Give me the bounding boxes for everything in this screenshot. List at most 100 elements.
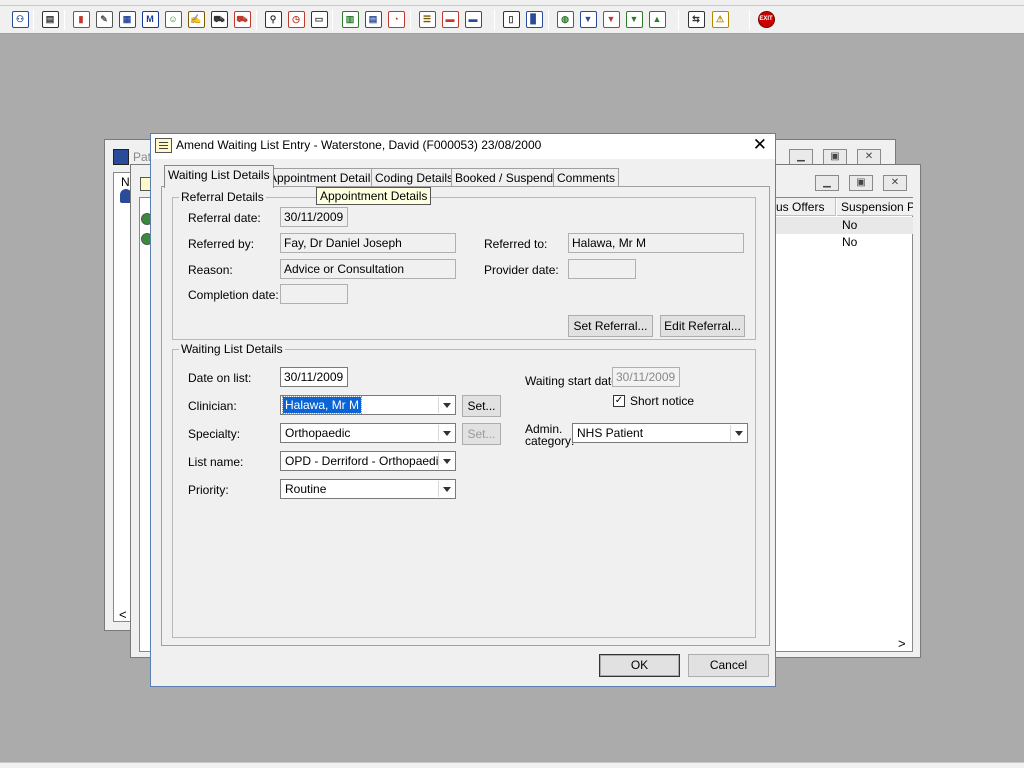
ok-button[interactable]: OK (599, 654, 680, 677)
referral-date-field[interactable]: 30/11/2009 (280, 207, 348, 227)
toolbar-button[interactable]: ✍ (186, 9, 206, 29)
referred-by-label: Referred by: (188, 237, 255, 251)
priority-dropdown[interactable]: Routine (280, 479, 456, 499)
admin-category-label-line-2: category: (525, 434, 575, 448)
chevron-down-icon[interactable] (438, 453, 454, 469)
tab-coding-details[interactable]: Coding Details (371, 168, 458, 188)
toolbar-button[interactable]: ▦ (117, 9, 137, 29)
toolbar-button[interactable]: ▤ (40, 9, 60, 29)
patient-window-icon (113, 149, 129, 165)
toolbar-button[interactable]: ⚇ (10, 9, 30, 29)
toolbar-button[interactable]: ⚲ (263, 9, 283, 29)
toolbar-button[interactable]: ▼ (601, 9, 621, 29)
amend-waiting-list-dialog: Amend Waiting List Entry - Waterstone, D… (150, 133, 776, 687)
admin-category-dropdown[interactable]: NHS Patient (572, 423, 748, 443)
transport-icon: ⛟ (233, 10, 251, 28)
restore-button[interactable]: ▣ (823, 149, 847, 165)
minimize-button[interactable]: ▁ (789, 149, 813, 165)
grid-column-offers[interactable]: us Offers (768, 198, 836, 216)
specialty-value: Orthopaedic (285, 426, 351, 440)
cancel-button[interactable]: Cancel (688, 654, 769, 677)
toolbar-button[interactable]: ◍ (555, 9, 575, 29)
chevron-down-icon[interactable] (438, 481, 454, 497)
chevron-down-icon[interactable] (730, 425, 746, 441)
list-name-dropdown[interactable]: OPD - Derriford - Orthopaedic (280, 451, 456, 471)
toolbar-button[interactable]: ▲ (647, 9, 667, 29)
main-toolbar: ⚇ ▤ ▮ ✎ ▦ M ☺ ✍ ⛟ ⛟ ⚲ ◷ ▭ ▥ ▤ ◔ ☰ ▬ ▬ ▯ ▊ ◍ ▼ ▼ ▼ ▲ ⇆ ⚠ EXIT (0, 6, 1024, 34)
document-edit-icon: ✍ (187, 10, 205, 28)
tab-appointment-details[interactable]: Appointment Details (265, 168, 381, 188)
column-header: us Offers (776, 200, 825, 214)
toolbar-button[interactable]: ⇆ (686, 9, 706, 29)
toolbar-button[interactable]: ▼ (578, 9, 598, 29)
scroll-right-arrow[interactable]: > (898, 636, 906, 651)
toolbar-button[interactable]: ◔ (386, 9, 406, 29)
toolbar-button[interactable]: M (140, 9, 160, 29)
chevron-down-icon[interactable] (438, 397, 454, 413)
completion-date-field[interactable] (280, 284, 348, 304)
clinician-set-button[interactable]: Set... (462, 395, 501, 417)
set-referral-button[interactable]: Set Referral... (568, 315, 653, 337)
toolbar-button[interactable]: ▯ (501, 9, 521, 29)
restore-button[interactable]: ▣ (849, 175, 873, 191)
short-notice-checkbox[interactable]: ✓ (613, 395, 625, 407)
scroll-left-arrow[interactable]: < (119, 607, 127, 622)
toolbar-separator (332, 10, 333, 30)
toolbar-button[interactable]: ▊ (524, 9, 544, 29)
tab-booked-suspend[interactable]: Booked / Suspend (451, 168, 558, 188)
bed-transfer-icon: ▬ (464, 10, 482, 28)
toolbar-button[interactable]: ☺ (163, 9, 183, 29)
specialty-set-button[interactable]: Set... (462, 423, 501, 445)
provider-date-field[interactable] (568, 259, 636, 279)
toolbar-button[interactable]: ◷ (286, 9, 306, 29)
minimize-button[interactable]: ▁ (815, 175, 839, 191)
referred-by-field[interactable]: Fay, Dr Daniel Joseph (280, 233, 456, 253)
toolbar-button[interactable]: EXIT (756, 9, 776, 29)
date-on-list-input[interactable]: 30/11/2009 (280, 367, 348, 387)
dialog-title: Amend Waiting List Entry - Waterstone, D… (176, 138, 542, 152)
reason-field[interactable]: Advice or Consultation (280, 259, 456, 279)
column-header: Suspension Pe (841, 200, 913, 214)
waiting-start-date-field[interactable]: 30/11/2009 (612, 367, 680, 387)
tab-comments[interactable]: Comments (553, 168, 620, 188)
tab-waiting-list-details[interactable]: Waiting List Details (164, 165, 274, 188)
toolbar-button[interactable]: ▼ (624, 9, 644, 29)
toolbar-separator (749, 10, 750, 30)
date-on-list-label: Date on list: (188, 371, 252, 385)
referred-to-field[interactable]: Halawa, Mr M (568, 233, 744, 253)
toolbar-button[interactable]: ⛟ (232, 9, 252, 29)
toolbar-button[interactable]: ▤ (363, 9, 383, 29)
toolbar-separator (33, 10, 34, 30)
list-name-label: List name: (188, 455, 244, 469)
tooltip-appointment-details: Appointment Details (316, 187, 432, 205)
chevron-down-icon[interactable] (438, 425, 454, 441)
toolbar-separator (64, 10, 65, 30)
priority-label: Priority: (188, 483, 229, 497)
table-row[interactable]: No (768, 234, 913, 251)
toolbar-separator (548, 10, 549, 30)
table-row[interactable]: No (768, 217, 913, 234)
close-button[interactable]: ✕ (857, 149, 881, 165)
toolbar-button[interactable]: ☰ (417, 9, 437, 29)
toolbar-button[interactable]: ⛟ (209, 9, 229, 29)
toolbar-button[interactable]: ✎ (94, 9, 114, 29)
toolbar-button[interactable]: ⚠ (710, 9, 730, 29)
close-button[interactable]: ✕ (883, 175, 907, 191)
clinician-dropdown[interactable]: Halawa, Mr M (280, 395, 456, 415)
grid-column-suspension[interactable]: Suspension Pe (837, 198, 913, 216)
toolbar-button[interactable]: ▮ (71, 9, 91, 29)
edit-referral-button[interactable]: Edit Referral... (660, 315, 745, 337)
toolbar-button[interactable]: ▭ (309, 9, 329, 29)
toolbar-button[interactable]: ▬ (440, 9, 460, 29)
dialog-title-bar[interactable]: Amend Waiting List Entry - Waterstone, D… (151, 134, 775, 159)
toolbar-button[interactable]: ▬ (463, 9, 483, 29)
chart-icon: ▥ (341, 10, 359, 28)
form-icon: ▤ (364, 10, 382, 28)
short-notice-label[interactable]: Short notice (630, 394, 694, 408)
toolbar-button[interactable]: ▥ (340, 9, 360, 29)
specialty-dropdown[interactable]: Orthopaedic (280, 423, 456, 443)
dialog-close-button[interactable]: ✕ (753, 135, 767, 155)
monitor-icon: ▭ (310, 10, 328, 28)
provider-date-label: Provider date: (484, 263, 559, 277)
suspension-cell: No (842, 218, 858, 232)
